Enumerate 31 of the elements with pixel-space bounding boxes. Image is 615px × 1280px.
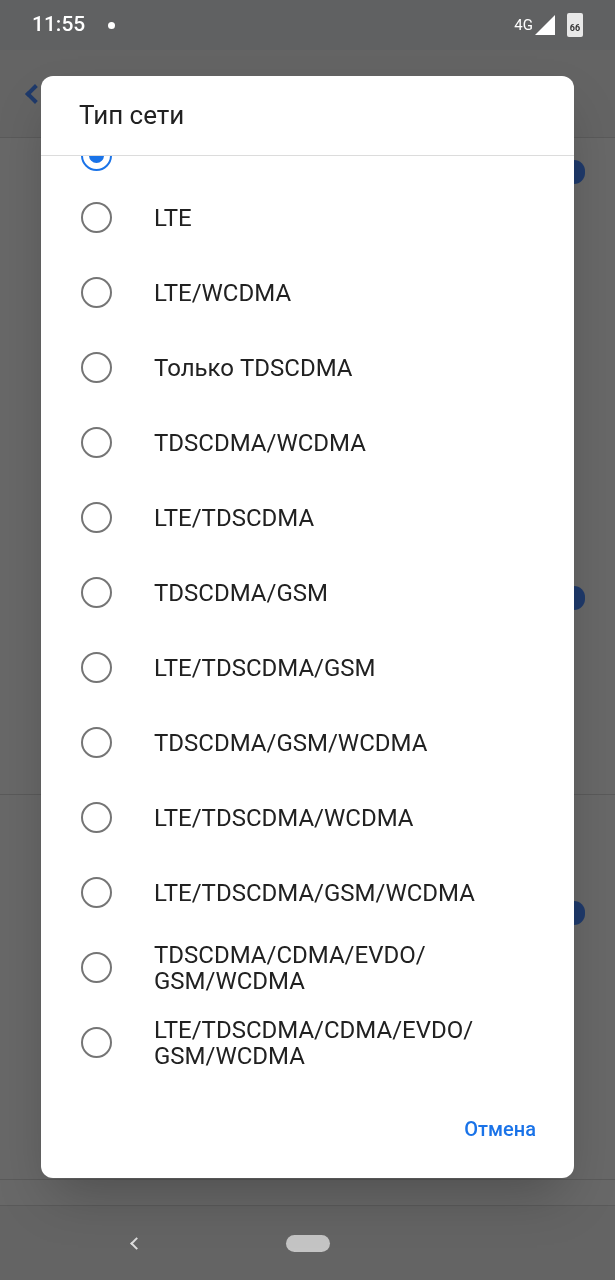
- cancel-button[interactable]: Отмена: [456, 1108, 544, 1150]
- option-label[interactable]: LTE: [154, 204, 534, 231]
- radio-button[interactable]: [81, 877, 112, 908]
- radio-button[interactable]: [81, 727, 112, 758]
- radio-button[interactable]: [81, 202, 112, 233]
- radio-button[interactable]: [81, 802, 112, 833]
- signal-icon: [535, 15, 555, 35]
- option-label[interactable]: Только TDSCDMA: [154, 354, 534, 381]
- clock: 11:55: [32, 11, 86, 39]
- option-label[interactable]: LTE/TDSCDMA: [154, 504, 534, 531]
- radio-button[interactable]: [81, 652, 112, 683]
- radio-button[interactable]: [81, 502, 112, 533]
- option-label[interactable]: LTE/TDSCDMA/WCDMA: [154, 804, 534, 831]
- radio-button[interactable]: [81, 1027, 112, 1058]
- option-label[interactable]: LTE/WCDMA: [154, 279, 534, 306]
- home-nav-pill[interactable]: [285, 1234, 330, 1252]
- radio-button[interactable]: [81, 952, 112, 983]
- dialog-title: Тип сети: [79, 99, 185, 132]
- option-label[interactable]: TDSCDMA/GSM: [154, 579, 534, 606]
- battery-icon: 66: [567, 13, 583, 37]
- option-label[interactable]: LTE/TDSCDMA/GSM/WCDMA: [154, 879, 534, 906]
- radio-button[interactable]: [81, 577, 112, 608]
- option-label[interactable]: LTE/TDSCDMA/CDMA/EVDO/ GSM/WCDMA: [154, 1016, 534, 1069]
- radio-button[interactable]: [81, 277, 112, 308]
- option-label[interactable]: TDSCDMA/CDMA/EVDO/ GSM/WCDMA: [154, 941, 534, 994]
- network-type: 4G: [514, 14, 533, 36]
- option-label[interactable]: LTE/TDSCDMA/GSM: [154, 654, 534, 681]
- option-label[interactable]: TDSCDMA/GSM/WCDMA: [154, 729, 534, 756]
- radio-button[interactable]: [81, 427, 112, 458]
- option-label[interactable]: TDSCDMA/WCDMA: [154, 429, 534, 456]
- radio-button[interactable]: [81, 352, 112, 383]
